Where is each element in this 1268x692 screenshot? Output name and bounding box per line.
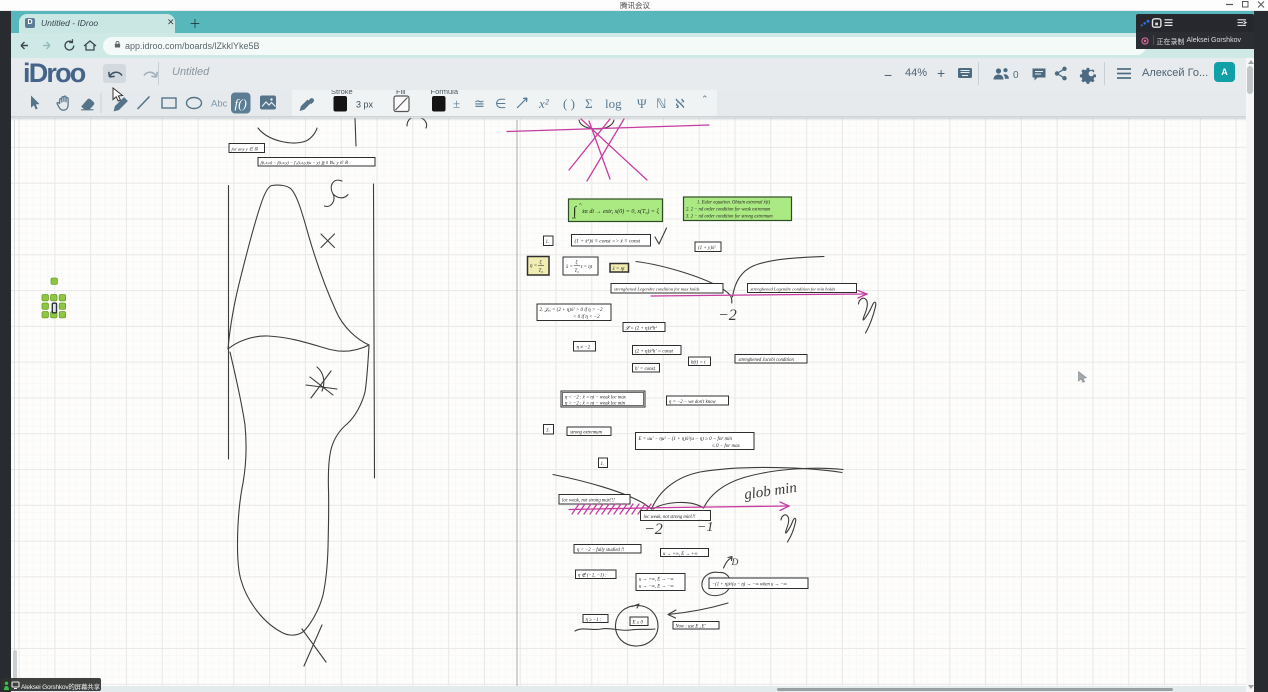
svg-text:η ∉ (−2, −1) :: η ∉ (−2, −1) : — [578, 573, 607, 579]
svg-text:glob min: glob min — [743, 480, 798, 503]
svg-text:f(): f() — [235, 96, 247, 111]
svg-text:3.: 3. — [546, 429, 550, 434]
svg-text:η < −2 − fully studied !!: η < −2 − fully studied !! — [577, 548, 625, 553]
svg-text:∈: ∈ — [495, 96, 506, 111]
svg-text:h′ = const: h′ = const — [635, 367, 656, 372]
svg-text:±: ± — [453, 96, 460, 111]
svg-text:strong extremum: strong extremum — [570, 431, 603, 436]
svg-text:t = ηt: t = ηt — [581, 265, 593, 270]
svg-text:3 px: 3 px — [356, 100, 374, 110]
svg-text:(2 + η)ẋ²h′ = const: (2 + η)ẋ²h′ = const — [635, 349, 674, 355]
svg-text:0: 0 — [574, 216, 576, 220]
svg-text:( ): ( ) — [563, 96, 575, 111]
svg-text:ẋα dt → extr, x(0) = 0, x(T₀): ẋα dt → extr, x(0) = 0, x(T₀) = ξ — [581, 208, 659, 215]
svg-text:< 0 if η < −2: < 0 if η < −2 — [573, 315, 600, 320]
svg-text:D: D — [731, 558, 739, 568]
svg-text:for any y ∈ ℝ: for any y ∈ ℝ — [232, 146, 259, 151]
svg-text:u → −∞, E → −∞: u → −∞, E → −∞ — [639, 585, 674, 590]
svg-text:ℵ: ℵ — [675, 96, 685, 111]
svg-text:Σ: Σ — [585, 96, 593, 111]
svg-text:𝓛 = (2 + η)ẋ²h²: 𝓛 = (2 + η)ẋ²h² — [626, 326, 658, 332]
svg-text:E = uu′ − ηu² − (1 + η)ẋ²(u −: E = uu′ − ηu² − (1 + η)ẋ²(u − η) ≥ 0 − f… — [638, 436, 733, 442]
svg-text:−2: −2 — [644, 521, 663, 538]
svg-text:⌃: ⌃ — [701, 94, 709, 104]
svg-text:η > −2 : x̂ = ηt − weak lo: η > −2 : x̂ = ηt − weak loc min — [565, 402, 626, 407]
svg-text:η ≥ −1 :: η ≥ −1 : — [586, 618, 602, 623]
svg-text:2. 𝒥ₓₓ = (2 + η)ẋ² > 0 if η >: 2. 𝒥ₓₓ = (2 + η)ẋ² > 0 if η > −2 — [540, 307, 603, 313]
svg-text:loc weak, not strong min!!!: loc weak, not strong min!!! — [644, 515, 696, 520]
svg-text:E ≥ 0: E ≥ 0 — [632, 621, 644, 626]
svg-text:≤ 0 − for max: ≤ 0 − for max — [712, 444, 741, 449]
svg-text:η ≠ −2: η ≠ −2 — [577, 346, 591, 351]
svg-text:strenghened Legendre condition: strenghened Legendre condition for max h… — [614, 287, 700, 292]
svg-text:strenghened Jacobi condition: strenghened Jacobi condition — [739, 358, 795, 363]
svg-text:T₀: T₀ — [539, 269, 544, 274]
svg-text:1.: 1. — [546, 240, 550, 245]
svg-text:~: ~ — [698, 517, 702, 525]
svg-text:ℕ: ℕ — [656, 96, 666, 111]
svg-text:(1 + ẋ²)ẍ ≡ const => ẍ ≡ con: (1 + ẋ²)ẍ ≡ const => ẍ ≡ const — [575, 238, 641, 245]
svg-text:h(t) = t: h(t) = t — [691, 361, 706, 366]
svg-text:η < −2 : x̂ = ηt − weak lo: η < −2 : x̂ = ηt − weak loc max — [565, 396, 627, 401]
svg-text:η = −2 − we don't know: η = −2 − we don't know — [669, 400, 716, 405]
svg-text:2. 2 − nd order condition for: 2. 2 − nd order condition for weak extre… — [686, 208, 771, 213]
svg-text:0: 0 — [1013, 70, 1019, 81]
svg-text:(1 + y)ẋ²: (1 + y)ẋ² — [698, 245, 716, 251]
svg-text:u → +∞, E → −∞: u → +∞, E → −∞ — [639, 578, 674, 583]
svg-text:u → +∞, E → +∞: u → +∞, E → +∞ — [663, 552, 698, 557]
svg-text:T₀: T₀ — [575, 269, 580, 274]
svg-text:Now : use E , E′: Now : use E , E′ — [675, 625, 707, 630]
svg-text:Ψ: Ψ — [637, 96, 647, 111]
svg-text:1.: 1. — [601, 462, 605, 467]
svg-text:Stroke: Stroke — [331, 90, 353, 96]
svg-text:Fill: Fill — [396, 90, 406, 96]
svg-text:x̄ =: x̄ = — [565, 265, 573, 270]
svg-text:≅: ≅ — [474, 96, 485, 111]
svg-text:strenghened Legendre condition: strenghened Legendre condition for min h… — [751, 286, 836, 291]
svg-text:η =: η = — [530, 264, 537, 269]
svg-text:log: log — [605, 96, 622, 111]
svg-text:x²: x² — [538, 96, 550, 111]
svg-text:x̄ = ηt: x̄ = ηt — [612, 267, 626, 272]
svg-text:1. Euler equation. Obtain extr: 1. Euler equation. Obtain extremal x̂(t) — [697, 201, 771, 206]
svg-text:loc weak, not strong max!!!: loc weak, not strong max!!! — [562, 499, 615, 504]
svg-text:−(1 + η)ẋ²(u − η) → −∞ when u: −(1 + η)ẋ²(u − η) → −∞ when u → −∞ — [712, 582, 788, 588]
svg-text:−2: −2 — [718, 307, 737, 324]
svg-text:3. 2 − nd order condition for: 3. 2 − nd order condition for strong ext… — [686, 215, 773, 220]
svg-text:Abc: Abc — [211, 99, 228, 110]
